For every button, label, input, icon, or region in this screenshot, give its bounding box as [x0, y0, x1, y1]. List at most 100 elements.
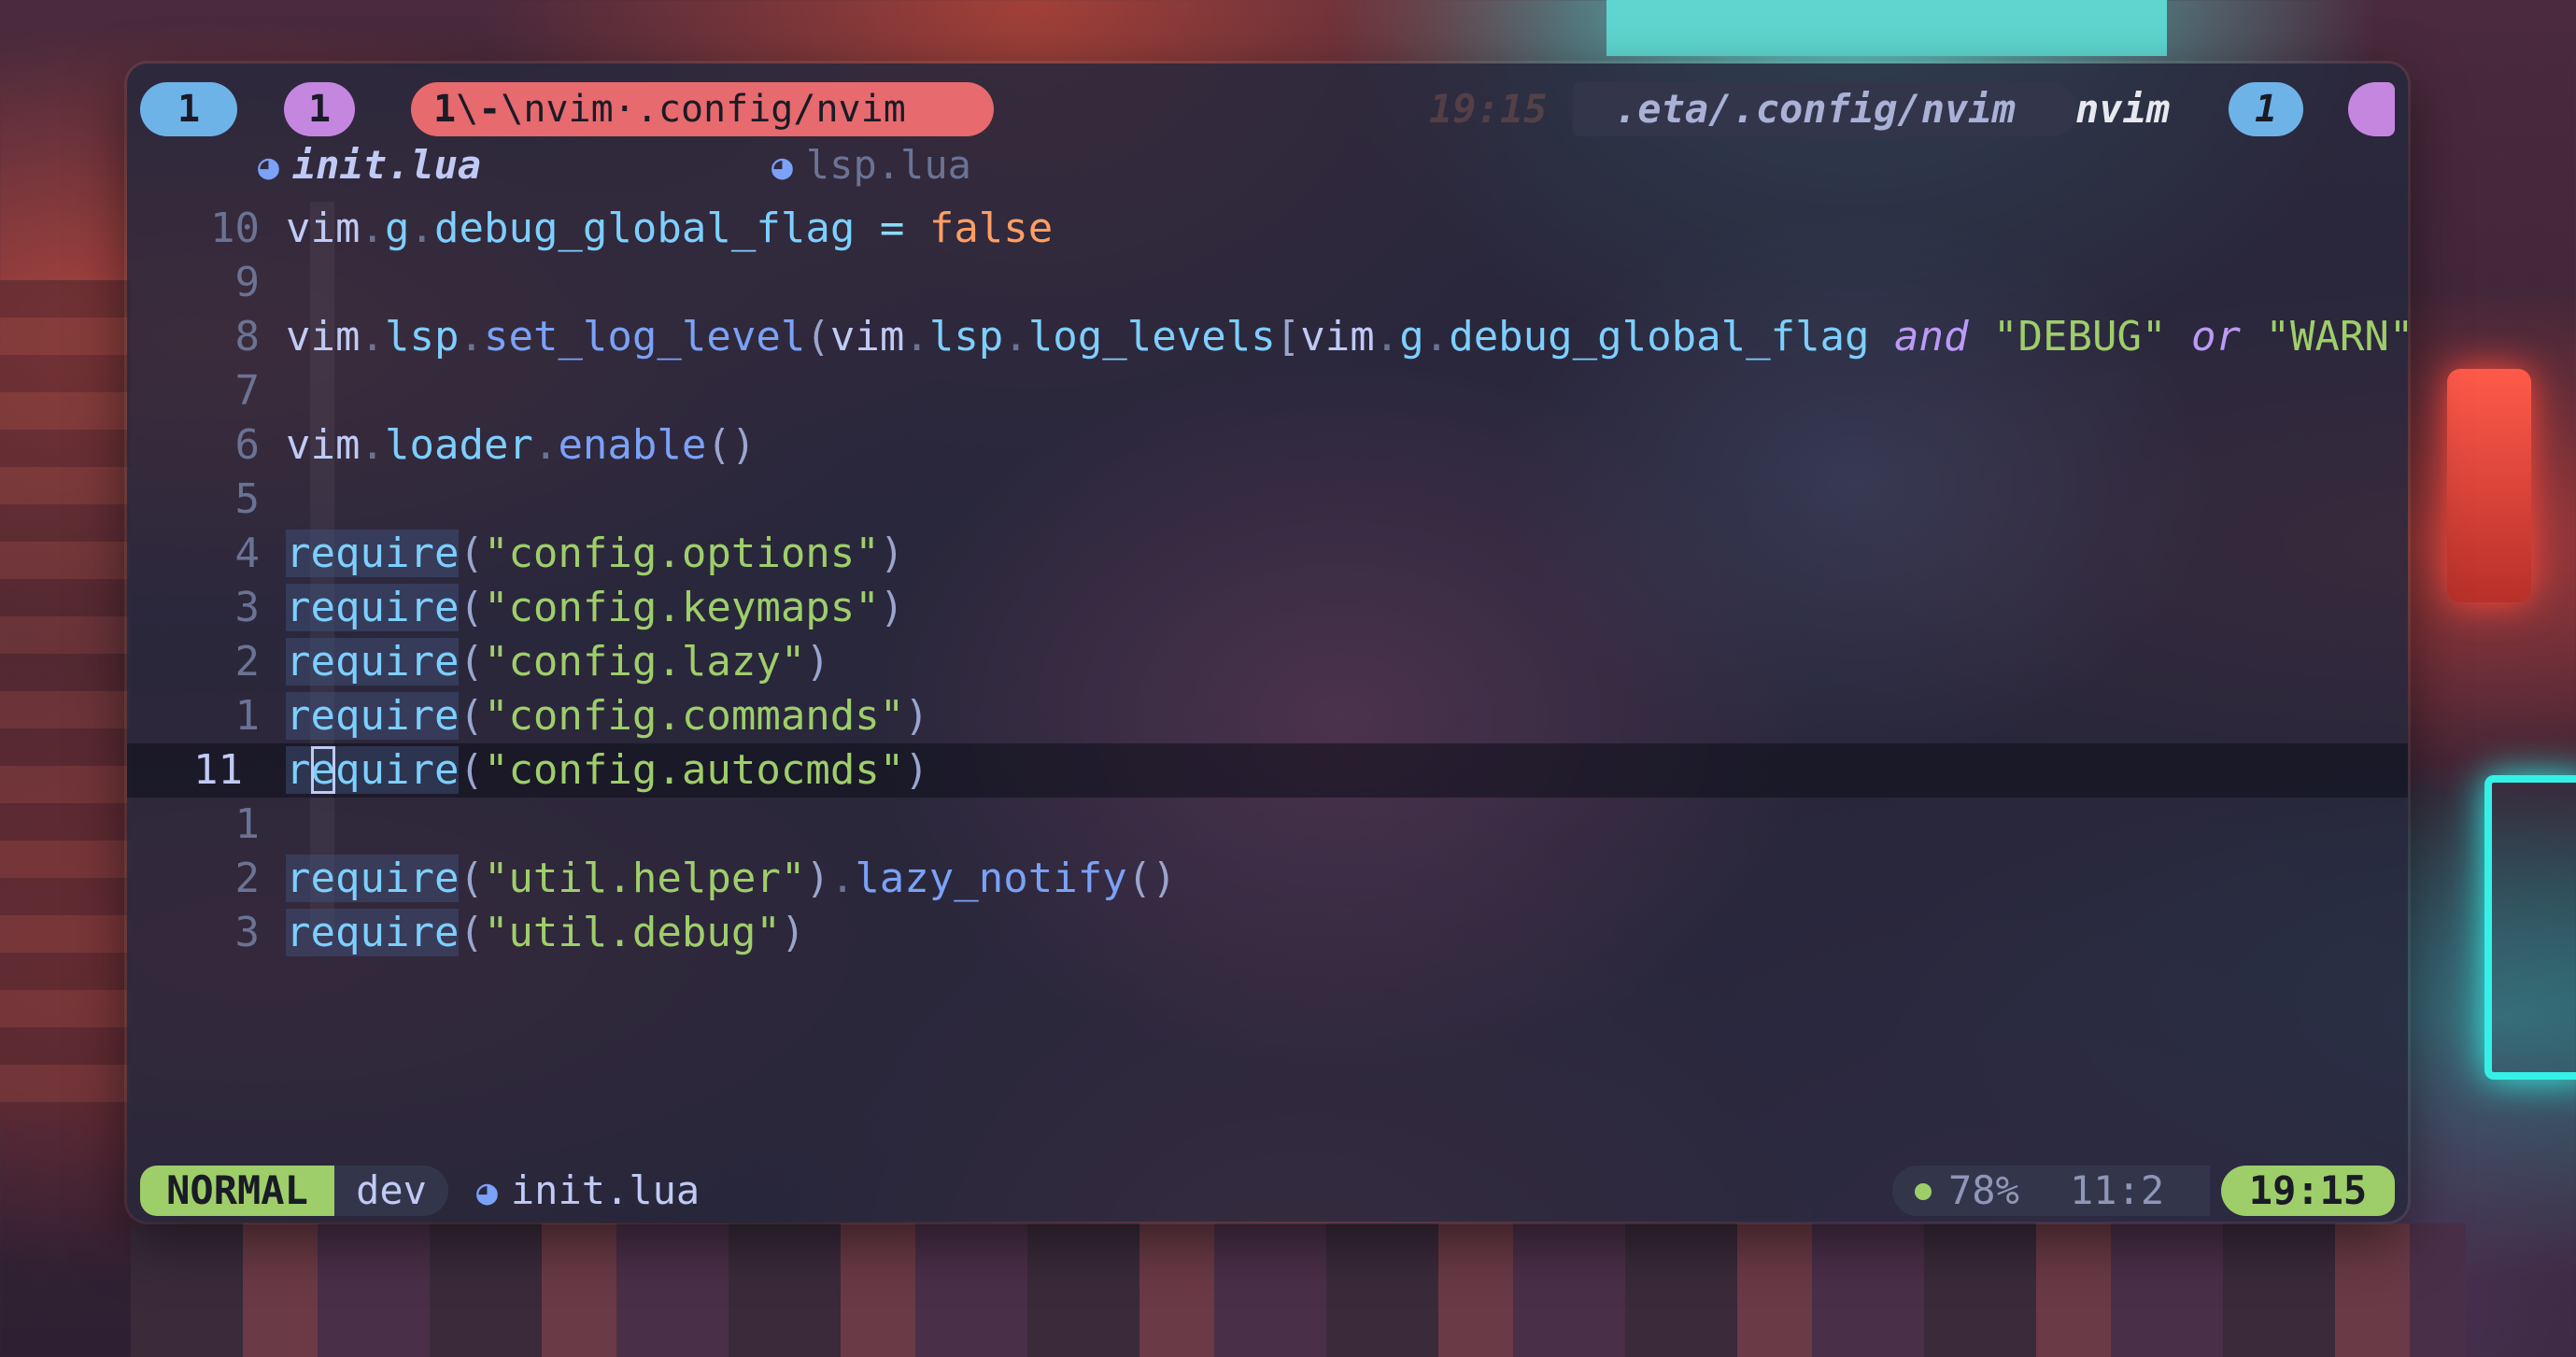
lua-file-icon: ◕	[258, 146, 279, 187]
code-token: "WARN"	[2265, 313, 2408, 360]
code-line[interactable]: 8 vim.lsp.set_log_level(vim.lsp.log_level…	[127, 310, 2409, 364]
code-token: require	[286, 855, 460, 902]
line-number: 3	[234, 909, 261, 956]
code-token: "config.lazy"	[483, 638, 806, 686]
code-line[interactable]: 5	[127, 473, 2408, 527]
window-badge[interactable]: 1	[284, 82, 355, 136]
code-token: (	[459, 530, 484, 577]
code-text: vim.loader.enable()	[286, 418, 756, 473]
code-token: (	[459, 584, 484, 631]
code-text: require("util.helper").lazy_notify()	[286, 852, 1177, 906]
code-line[interactable]: 9	[127, 256, 2408, 310]
code-token: .	[409, 205, 434, 252]
line-number: 1	[234, 800, 261, 848]
line-number: 1	[234, 692, 261, 740]
code-token: ()	[706, 421, 757, 469]
code-line-current[interactable]: 11 require("config.autocmds")	[127, 743, 2408, 798]
code-text: vim.g.debug_global_flag = false	[286, 202, 1053, 256]
code-line[interactable]: 2 require("config.lazy")	[127, 635, 2408, 689]
code-line[interactable]: 6 vim.loader.enable()	[127, 418, 2408, 473]
tab-active[interactable]: 1\-\nvim·.config/nvim	[411, 82, 994, 136]
code-text: vim.lsp.set_log_level(vim.lsp.log_levels…	[286, 310, 2408, 364]
code-line[interactable]: 3 require("util.debug")	[127, 906, 2408, 960]
wallpaper-building	[0, 280, 131, 1121]
code-editor[interactable]: 10 vim.g.debug_global_flag = false 9 8 vim.l…	[127, 202, 2408, 960]
code-token: g	[1399, 313, 1424, 360]
wallpaper-lantern	[2447, 369, 2531, 602]
line-number: 11	[193, 746, 243, 794]
statusline: NORMAL dev ◕ init.lua 78% 11:2 19:15	[140, 1166, 2395, 1216]
buffer-tab-init[interactable]: ◕ init.lua	[258, 138, 481, 193]
code-token: quire	[335, 746, 460, 794]
code-token: lsp	[384, 313, 460, 360]
wallpaper-sky	[1606, 0, 2167, 56]
code-token: "config.commands"	[483, 692, 905, 740]
code-token: (	[459, 638, 484, 686]
code-token: (	[459, 692, 484, 740]
line-number: 6	[234, 421, 261, 469]
code-line[interactable]: 1 require("config.commands")	[127, 689, 2408, 743]
line-number: 2	[234, 638, 261, 686]
code-line[interactable]: 10 vim.g.debug_global_flag = false	[127, 202, 2408, 256]
code-token: )	[904, 746, 929, 794]
buffer-name: lsp.lua	[805, 142, 971, 188]
scroll-percent: 78%	[1948, 1167, 2019, 1213]
cwd-segment: .eta/.config/nvim	[1573, 82, 2077, 136]
code-line[interactable]: 7	[127, 364, 2408, 418]
cursor-position: 11:2	[2070, 1167, 2165, 1213]
code-token: "config.options"	[483, 530, 880, 577]
cursor-char: e	[310, 746, 335, 794]
code-token: )	[805, 638, 830, 686]
tab-separator: \	[456, 88, 479, 131]
code-text: require("config.lazy")	[286, 635, 830, 689]
line-number: 7	[234, 367, 261, 415]
code-token: [	[1275, 313, 1301, 360]
code-token: debug_global_flag	[1449, 313, 1870, 360]
code-token: (	[459, 855, 484, 902]
tab-dot: ·	[613, 88, 636, 131]
code-line[interactable]: 2 require("util.helper").lazy_notify()	[127, 852, 2408, 906]
code-line[interactable]: 1	[127, 798, 2408, 852]
mode-indicator: NORMAL	[140, 1166, 334, 1216]
code-token: loader	[384, 421, 533, 469]
code-token: (	[459, 746, 484, 794]
buffer-tab-lsp[interactable]: ◕ lsp.lua	[771, 138, 971, 193]
session-badge[interactable]: 1	[140, 82, 237, 136]
code-token: "util.debug"	[483, 909, 781, 956]
code-token: vim	[829, 313, 905, 360]
code-token: r	[286, 746, 311, 794]
code-token: lsp	[928, 313, 1004, 360]
code-token: .	[459, 313, 484, 360]
lua-file-icon: ◕	[771, 146, 793, 187]
code-token: .	[904, 313, 929, 360]
code-token: enable	[558, 421, 707, 469]
pane-badge[interactable]: 1	[2229, 82, 2303, 136]
code-token: )	[805, 855, 830, 902]
code-token: false	[928, 205, 1054, 252]
line-number: 8	[234, 313, 261, 360]
status-file-name: init.lua	[510, 1167, 701, 1213]
code-token: require	[286, 692, 460, 740]
wallpaper-neon-sign	[2484, 775, 2576, 1080]
line-number: 3	[234, 584, 261, 631]
terminal-window[interactable]: 1 1 1\-\nvim·.config/nvim 19:15 .eta/.co…	[127, 64, 2408, 1222]
code-token: (	[459, 909, 484, 956]
code-token: .	[1374, 313, 1400, 360]
tab-dash: -	[478, 88, 502, 131]
line-number: 5	[234, 475, 261, 523]
indicator-badge	[2348, 82, 2395, 136]
code-line[interactable]: 3 require("config.keymaps")	[127, 581, 2408, 635]
faded-clock: 19:15	[1429, 86, 1548, 132]
tab-app: nvim	[523, 88, 614, 131]
code-token: "util.helper"	[483, 855, 806, 902]
line-number: 2	[234, 855, 261, 902]
code-line[interactable]: 4 require("config.options")	[127, 527, 2408, 581]
code-token: .	[360, 313, 385, 360]
clock: 19:15	[2221, 1166, 2395, 1216]
code-token: "config.keymaps"	[483, 584, 880, 631]
